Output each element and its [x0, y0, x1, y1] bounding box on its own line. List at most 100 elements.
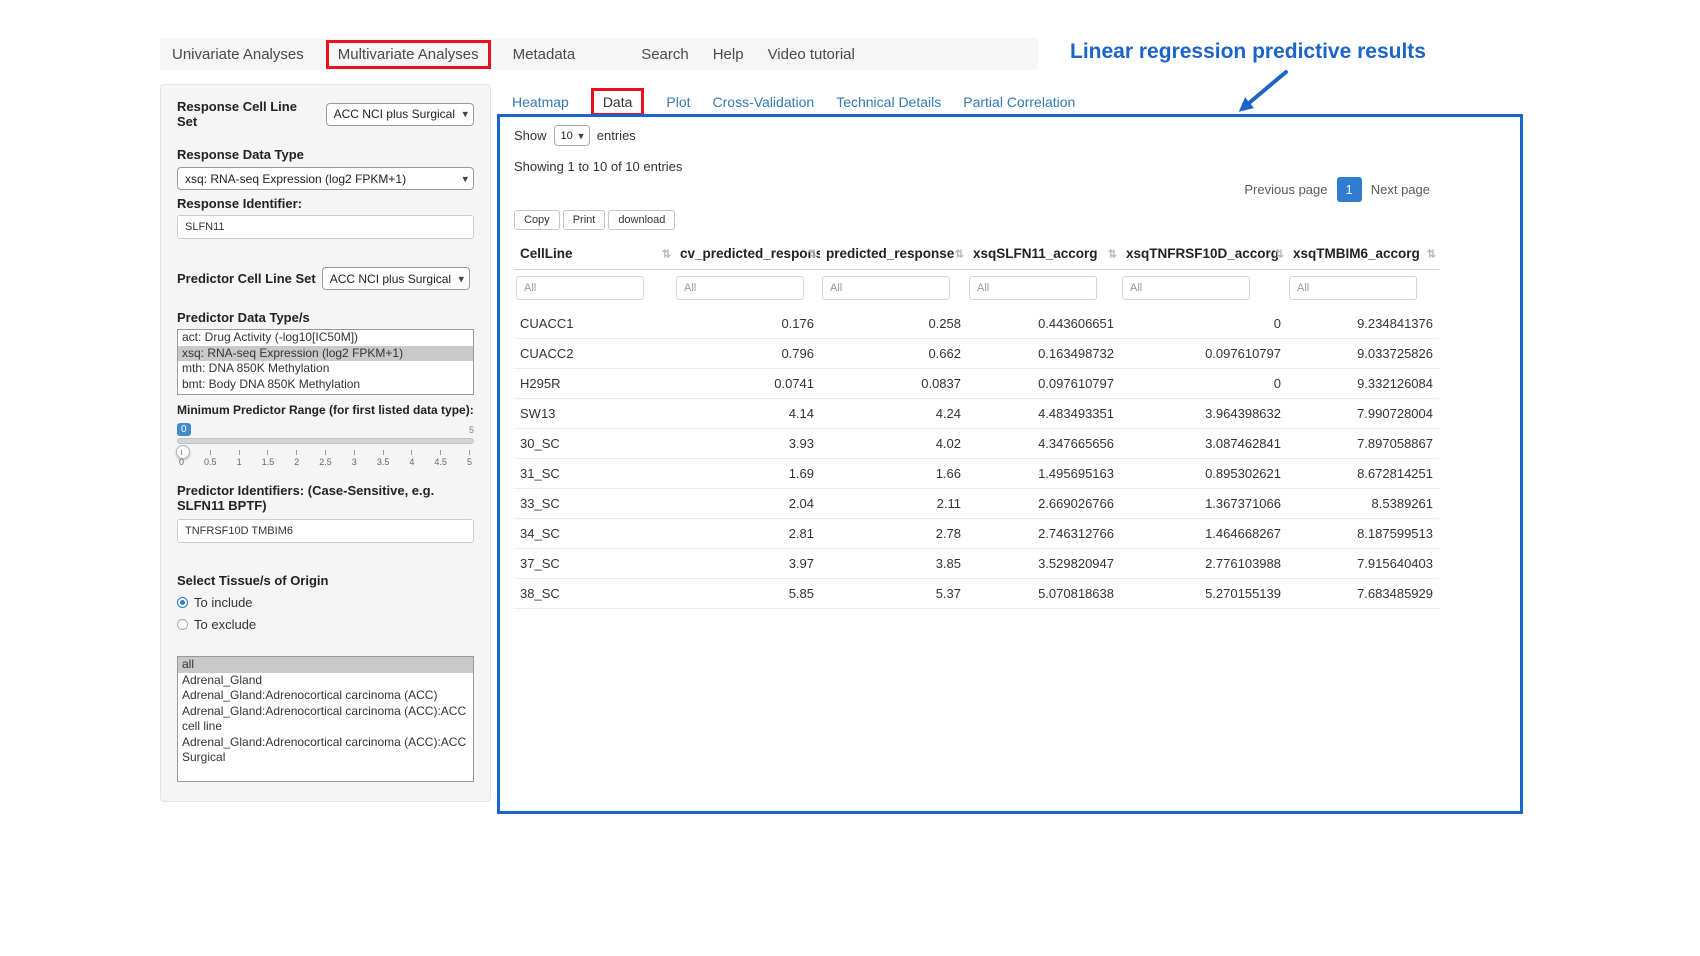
- annotation-title: Linear regression predictive results: [1070, 40, 1426, 64]
- sort-icon[interactable]: ⇅: [808, 247, 817, 260]
- slider-track[interactable]: [177, 438, 474, 444]
- cell-cellline: 34_SC: [514, 519, 674, 549]
- show-entries-prefix: Show: [514, 128, 547, 143]
- tab[interactable]: Cross-Validation: [713, 91, 815, 113]
- nav-item[interactable]: Help: [711, 42, 746, 67]
- tab[interactable]: Partial Correlation: [963, 91, 1075, 113]
- listbox-option[interactable]: Adrenal_Gland:Adrenocortical carcinoma (…: [178, 688, 473, 704]
- cell-predicted-response: 3.85: [820, 549, 967, 579]
- column-header[interactable]: CellLine ⇅: [514, 238, 674, 270]
- listbox-option[interactable]: Adrenal_Gland:Adrenocortical carcinoma (…: [178, 704, 473, 735]
- table-row[interactable]: 33_SC 2.04 2.11 2.669026766 1.367371066 …: [514, 489, 1439, 519]
- predictor-cell-line-set-select[interactable]: ACC NCI plus Surgical ▾: [322, 267, 470, 290]
- tick-line: [440, 450, 441, 455]
- cell-cv-predicted-response: 3.97: [674, 549, 820, 579]
- table-row[interactable]: 38_SC 5.85 5.37 5.070818638 5.270155139 …: [514, 579, 1439, 609]
- slider-tick: 4: [409, 450, 414, 467]
- radio-label: To exclude: [194, 617, 256, 632]
- previous-page-button[interactable]: Previous page: [1235, 177, 1336, 202]
- slider-tick: 0: [179, 450, 184, 467]
- cell-xsqtnfrsf10d-accorg: 5.270155139: [1120, 579, 1287, 609]
- cell-cv-predicted-response: 0.176: [674, 309, 820, 339]
- pagination: Previous page 1 Next page: [514, 174, 1439, 204]
- cell-predicted-response: 2.78: [820, 519, 967, 549]
- column-filter-input[interactable]: [969, 276, 1097, 300]
- nav-item[interactable]: Metadata: [511, 42, 578, 67]
- column-header[interactable]: xsqTNFRSF10D_accorg ⇅: [1120, 238, 1287, 270]
- table-action-button[interactable]: Copy: [514, 210, 560, 230]
- table-row[interactable]: 34_SC 2.81 2.78 2.746312766 1.464668267 …: [514, 519, 1439, 549]
- listbox-option[interactable]: bmt: Body DNA 850K Methylation: [178, 377, 473, 393]
- cell-xsqtmbim6-accorg: 7.683485929: [1287, 579, 1439, 609]
- listbox-option[interactable]: xsq: RNA-seq Expression (log2 FPKM+1): [178, 346, 473, 362]
- column-header[interactable]: predicted_response ⇅: [820, 238, 967, 270]
- show-entries-select[interactable]: 10 ▾: [554, 125, 590, 146]
- tissue-origin-label: Select Tissue/s of Origin: [177, 573, 474, 588]
- table-row[interactable]: CUACC1 0.176 0.258 0.443606651 0 9.23484…: [514, 309, 1439, 339]
- table-row[interactable]: 30_SC 3.93 4.02 4.347665656 3.087462841 …: [514, 429, 1439, 459]
- listbox-option[interactable]: Adrenal_Gland: [178, 673, 473, 689]
- chevron-down-icon: ▾: [462, 108, 468, 121]
- sort-icon[interactable]: ⇅: [662, 247, 671, 260]
- tab[interactable]: Data: [591, 88, 645, 116]
- nav-item[interactable]: Univariate Analyses: [170, 42, 306, 67]
- tab[interactable]: Heatmap: [512, 91, 569, 113]
- nav-item[interactable]: Multivariate Analyses: [326, 40, 491, 69]
- chevron-down-icon: ▾: [459, 272, 465, 285]
- cell-predicted-response: 0.0837: [820, 369, 967, 399]
- table-row[interactable]: H295R 0.0741 0.0837 0.097610797 0 9.3321…: [514, 369, 1439, 399]
- cell-cv-predicted-response: 4.14: [674, 399, 820, 429]
- column-filter-input[interactable]: [822, 276, 950, 300]
- cell-cv-predicted-response: 0.796: [674, 339, 820, 369]
- next-page-button[interactable]: Next page: [1362, 177, 1439, 202]
- tick-label: 1: [237, 457, 242, 467]
- table-action-button[interactable]: download: [608, 210, 675, 230]
- tissue-radio[interactable]: To exclude: [177, 617, 474, 632]
- table-row[interactable]: 31_SC 1.69 1.66 1.495695163 0.895302621 …: [514, 459, 1439, 489]
- column-filter-input[interactable]: [1122, 276, 1250, 300]
- column-header[interactable]: xsqSLFN11_accorg ⇅: [967, 238, 1120, 270]
- predictor-identifiers-input[interactable]: [177, 519, 474, 543]
- response-cell-line-set-select[interactable]: ACC NCI plus Surgical ▾: [326, 103, 474, 126]
- tab[interactable]: Technical Details: [836, 91, 941, 113]
- chevron-down-icon: ▾: [578, 129, 584, 142]
- cell-xsqtmbim6-accorg: 8.187599513: [1287, 519, 1439, 549]
- cell-cellline: 38_SC: [514, 579, 674, 609]
- cell-xsqslfn11-accorg: 2.669026766: [967, 489, 1120, 519]
- listbox-option[interactable]: mth: DNA 850K Methylation: [178, 361, 473, 377]
- table-row[interactable]: SW13 4.14 4.24 4.483493351 3.964398632 7…: [514, 399, 1439, 429]
- page-number-button[interactable]: 1: [1337, 177, 1362, 202]
- listbox-option[interactable]: all: [178, 657, 473, 673]
- column-filter-input[interactable]: [1289, 276, 1417, 300]
- nav-item[interactable]: Search: [639, 42, 691, 67]
- min-predictor-range-slider[interactable]: 0 5 0 0.5 1: [177, 423, 474, 475]
- cell-cellline: CUACC2: [514, 339, 674, 369]
- tab[interactable]: Plot: [666, 91, 690, 113]
- predictor-data-types-label: Predictor Data Type/s: [177, 310, 474, 325]
- cell-cv-predicted-response: 2.04: [674, 489, 820, 519]
- column-filter-input[interactable]: [516, 276, 644, 300]
- column-header[interactable]: cv_predicted_response ⇅: [674, 238, 820, 270]
- listbox-option[interactable]: act: Drug Activity (-log10[IC50M]): [178, 330, 473, 346]
- tick-line: [325, 450, 326, 455]
- tissue-radio[interactable]: To include: [177, 595, 474, 610]
- table-row[interactable]: CUACC2 0.796 0.662 0.163498732 0.0976107…: [514, 339, 1439, 369]
- nav-item[interactable]: Video tutorial: [766, 42, 857, 67]
- sort-icon[interactable]: ⇅: [955, 247, 964, 260]
- radio-label: To include: [194, 595, 253, 610]
- sort-icon[interactable]: ⇅: [1108, 247, 1117, 260]
- column-filter-input[interactable]: [676, 276, 804, 300]
- select-value: xsq: RNA-seq Expression (log2 FPKM+1): [185, 172, 406, 186]
- table-row[interactable]: 37_SC 3.97 3.85 3.529820947 2.776103988 …: [514, 549, 1439, 579]
- listbox-option[interactable]: Adrenal_Gland:Adrenocortical carcinoma (…: [178, 735, 473, 766]
- sort-icon[interactable]: ⇅: [1275, 247, 1284, 260]
- select-value: ACC NCI plus Surgical: [334, 107, 455, 121]
- tick-line: [411, 450, 412, 455]
- cell-predicted-response: 0.662: [820, 339, 967, 369]
- table-info-text: Showing 1 to 10 of 10 entries: [514, 159, 1439, 174]
- column-header[interactable]: xsqTMBIM6_accorg ⇅: [1287, 238, 1439, 270]
- table-action-button[interactable]: Print: [563, 210, 606, 230]
- response-data-type-select[interactable]: xsq: RNA-seq Expression (log2 FPKM+1) ▾: [177, 167, 474, 190]
- sort-icon[interactable]: ⇅: [1427, 247, 1436, 260]
- response-identifier-input[interactable]: [177, 215, 474, 239]
